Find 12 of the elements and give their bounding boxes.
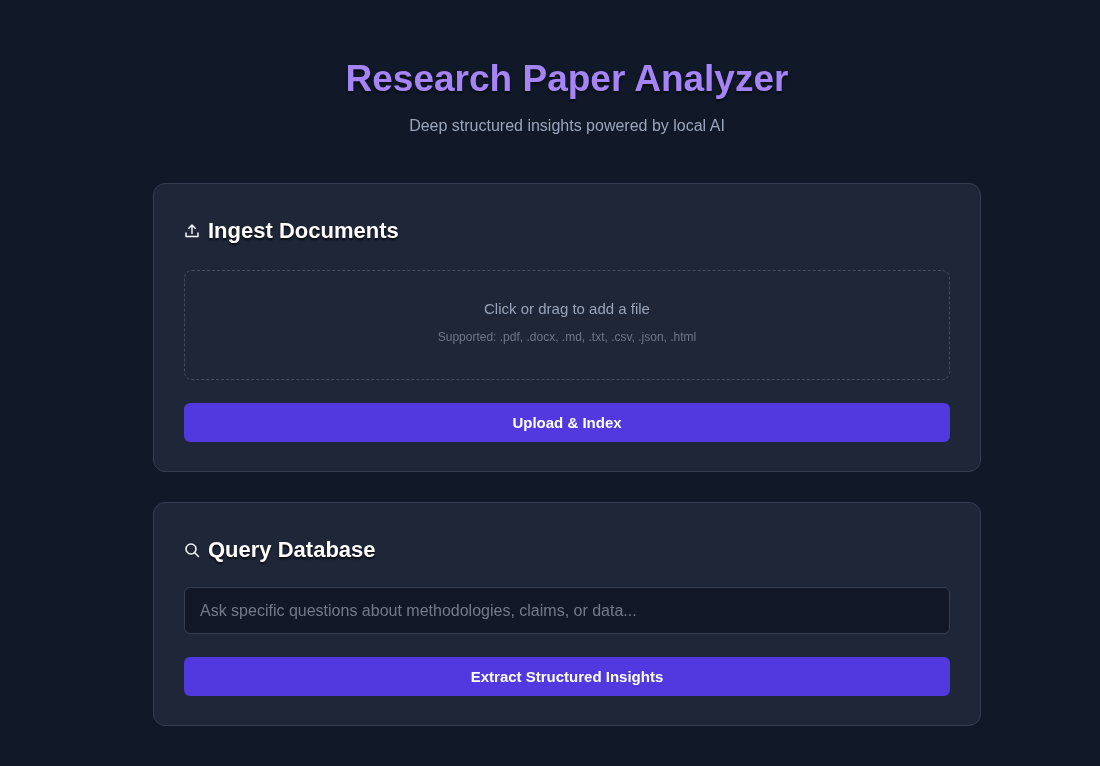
dropzone-prompt: Click or drag to add a file xyxy=(484,299,650,318)
search-icon xyxy=(184,542,200,558)
upload-button[interactable]: Upload & Index xyxy=(184,403,950,442)
extract-button[interactable]: Extract Structured Insights xyxy=(184,657,950,696)
card-title: Ingest Documents xyxy=(208,217,399,245)
file-dropzone[interactable]: Click or drag to add a file Supported: .pdf, .docx, .md, .txt, .csv, .json, .html xyxy=(184,270,950,380)
upload-icon xyxy=(184,223,200,239)
query-input-field[interactable]: Ask specific questions about methodologies, claims, or data... xyxy=(184,587,950,634)
app-title: Research Paper Analyzer xyxy=(345,57,789,101)
card-title: Query Database xyxy=(208,536,376,564)
app-subtitle: Deep structured insights powered by local AI xyxy=(409,116,725,136)
supported-formats-text: Supported: .pdf, .docx, .md, .txt, .csv, .json, .html xyxy=(437,329,697,345)
